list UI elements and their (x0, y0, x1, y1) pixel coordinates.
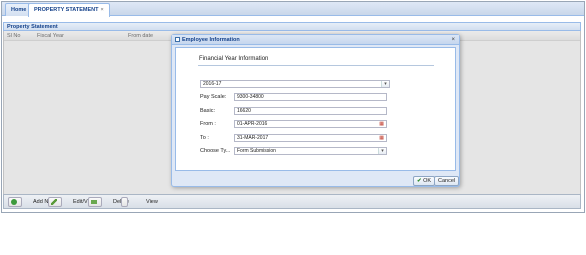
choose-type-select[interactable]: Form Submission ▾ (234, 147, 387, 155)
basic-value: 16620 (237, 108, 251, 114)
delete-button[interactable]: Delete (88, 197, 129, 207)
section-divider (198, 65, 434, 66)
tab-close-icon[interactable]: × (100, 7, 103, 13)
edit-view-button[interactable]: Edit/View (48, 197, 96, 207)
chevron-down-icon[interactable]: ▾ (378, 148, 386, 154)
dialog-header: Employee Information × (172, 35, 459, 45)
tab-property-statement-label: PROPERTY STATEMENT (34, 7, 99, 13)
choose-type-label: Choose Ty... (200, 148, 231, 154)
delete-icon (91, 199, 97, 204)
dialog-title: Employee Information (182, 37, 240, 43)
cancel-label: Cancel (438, 178, 456, 184)
financial-year-select[interactable]: 2016-17 ▾ (200, 80, 390, 88)
pay-scale-value: 9300-34800 (237, 94, 264, 100)
from-date-field[interactable]: 01-APR-2016 ▦ (234, 120, 387, 128)
choose-type-value: Form Submission (237, 148, 276, 154)
pay-scale-field[interactable]: 9300-34800 (234, 93, 387, 101)
employee-information-dialog: Employee Information × Financial Year In… (171, 34, 460, 187)
basic-label: Basic: (200, 108, 215, 114)
view-button[interactable]: View (121, 197, 158, 207)
tab-home-label: Home (11, 7, 27, 13)
from-label: From : (200, 121, 216, 127)
bottom-toolbar: Add New Edit/View Delete View (3, 194, 581, 209)
from-date-value: 01-APR-2016 (237, 121, 268, 127)
basic-field[interactable]: 16620 (234, 107, 387, 115)
close-icon[interactable]: × (451, 36, 455, 44)
check-icon: ✔ (417, 178, 422, 184)
tab-property-statement[interactable]: PROPERTY STATEMENT × (28, 3, 110, 17)
calendar-icon[interactable]: ▦ (379, 121, 384, 127)
calendar-icon[interactable]: ▦ (379, 135, 384, 141)
add-new-button[interactable]: Add New (8, 197, 55, 207)
chevron-down-icon[interactable]: ▾ (381, 81, 389, 87)
cancel-button[interactable]: Cancel (434, 176, 460, 186)
ok-label: OK (423, 178, 432, 184)
to-label: To : (200, 135, 209, 141)
view-label: View (146, 199, 158, 205)
panel-title: Property Statement (3, 22, 581, 31)
financial-year-value: 2016-17 (203, 81, 222, 87)
pencil-icon (51, 198, 57, 205)
section-title: Financial Year Information (199, 56, 269, 62)
dialog-body: Financial Year Information 2016-17 ▾ Pay… (175, 47, 456, 171)
ok-button[interactable]: ✔ OK (413, 176, 436, 186)
window-icon (175, 37, 180, 42)
add-icon (11, 198, 17, 205)
pay-scale-label: Pay Scale: (200, 94, 227, 100)
to-date-value: 31-MAR-2017 (237, 135, 269, 141)
tab-strip: Home PROPERTY STATEMENT × (2, 2, 584, 17)
to-date-field[interactable]: 31-MAR-2017 ▦ (234, 134, 387, 142)
